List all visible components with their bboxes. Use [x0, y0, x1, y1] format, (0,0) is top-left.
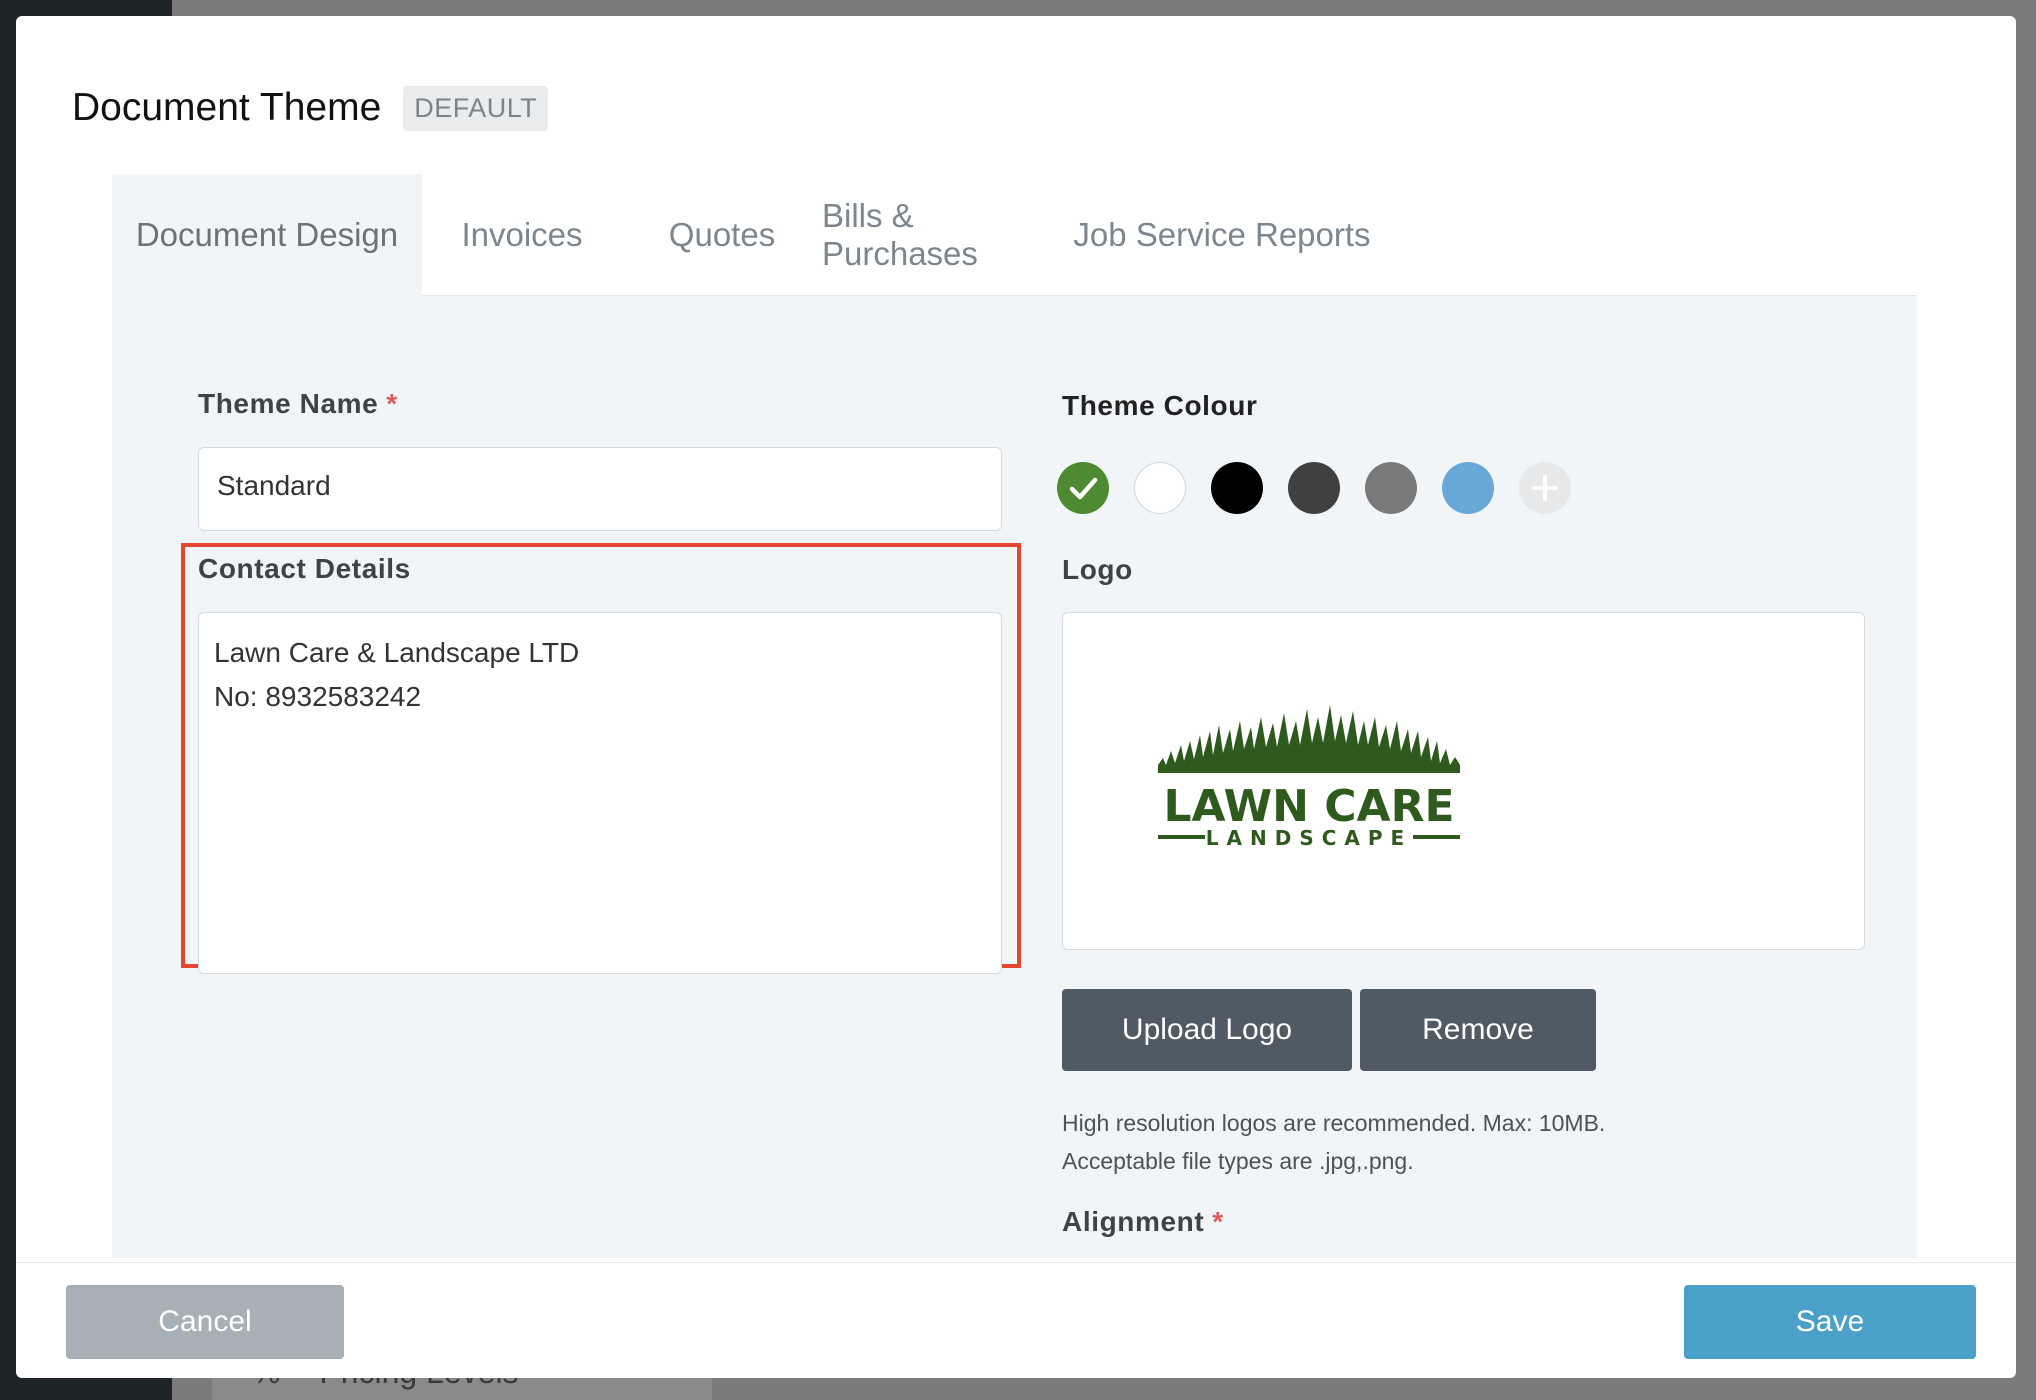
theme-colour-label: Theme Colour	[1062, 390, 1258, 421]
logo-help-line-2: Acceptable file types are .jpg,.png.	[1062, 1148, 1414, 1174]
add-colour-button[interactable]	[1519, 462, 1571, 514]
plus-icon	[1532, 475, 1558, 501]
swatch-green[interactable]	[1057, 462, 1109, 514]
swatch-black[interactable]	[1211, 462, 1263, 514]
contact-details-label: Contact Details	[198, 553, 411, 584]
modal-header: Document Theme DEFAULT	[72, 78, 549, 138]
theme-name-input[interactable]: Standard	[198, 447, 1002, 531]
modal-title: Document Theme	[72, 86, 382, 129]
tab-bills-purchases[interactable]: Bills & Purchases	[822, 174, 1072, 296]
tab-document-design[interactable]: Document Design	[112, 174, 422, 296]
tab-invoices[interactable]: Invoices	[422, 174, 622, 296]
swatch-dark-grey[interactable]	[1288, 462, 1340, 514]
logo-help-text: High resolution logos are recommended. M…	[1062, 1104, 1605, 1180]
document-theme-modal: Document Theme DEFAULT Document Design I…	[16, 16, 2016, 1378]
logo-help-line-1: High resolution logos are recommended. M…	[1062, 1110, 1606, 1136]
contact-details-textarea[interactable]: Lawn Care & Landscape LTD No: 8932583242	[198, 612, 1002, 974]
cancel-button[interactable]: Cancel	[66, 1285, 344, 1359]
tab-job-service-reports[interactable]: Job Service Reports	[1072, 174, 1372, 296]
check-icon	[1069, 477, 1098, 500]
tab-quotes[interactable]: Quotes	[622, 174, 822, 296]
theme-name-label: Theme Name *	[198, 388, 398, 419]
lawn-care-logo: LAWN CARE LANDSCAPE	[1158, 705, 1460, 850]
logo-label: Logo	[1062, 554, 1133, 585]
contact-line-number: No: 8932583242	[214, 681, 422, 712]
logo-main-text: LAWN CARE	[1163, 781, 1454, 832]
remove-logo-button[interactable]: Remove	[1360, 989, 1596, 1071]
logo-preview: LAWN CARE LANDSCAPE	[1062, 612, 1865, 950]
default-badge: DEFAULT	[403, 85, 549, 131]
upload-logo-button[interactable]: Upload Logo	[1062, 989, 1352, 1071]
logo-sub-text: LANDSCAPE	[1206, 826, 1412, 850]
swatch-grey[interactable]	[1365, 462, 1417, 514]
tab-bar: Document Design Invoices Quotes Bills & …	[112, 174, 1917, 296]
save-button[interactable]: Save	[1684, 1285, 1976, 1359]
footer-divider	[16, 1262, 2016, 1263]
alignment-label: Alignment *	[1062, 1206, 1224, 1237]
swatch-white[interactable]	[1134, 462, 1186, 514]
contact-line-company: Lawn Care & Landscape LTD	[214, 637, 580, 668]
tab-content: Theme Name * Standard Contact Details Law…	[112, 296, 1917, 1258]
swatch-blue[interactable]	[1442, 462, 1494, 514]
